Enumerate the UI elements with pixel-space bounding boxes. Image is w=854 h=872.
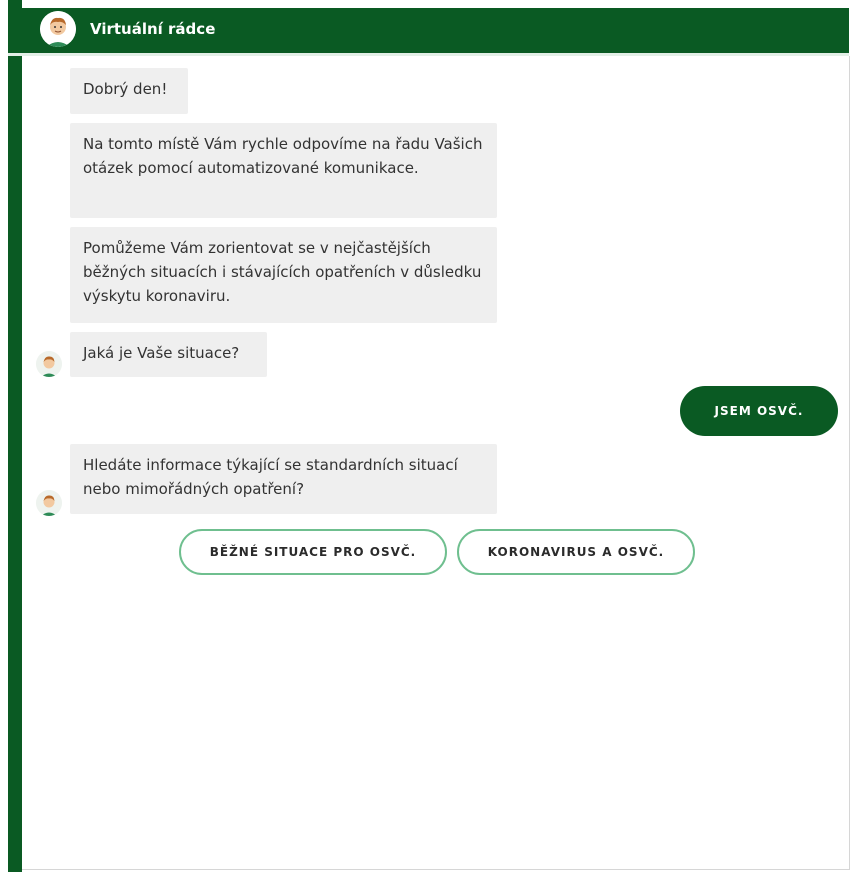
advisor-avatar-icon — [40, 11, 76, 47]
bot-message: Jaká je Vaše situace? — [70, 332, 267, 377]
left-frame-bar — [8, 0, 22, 872]
header-title: Virtuální rádce — [90, 20, 216, 38]
bot-message: Dobrý den! — [70, 68, 188, 114]
bot-avatar-icon — [36, 351, 62, 377]
user-message: JSEM OSVČ. — [680, 386, 838, 436]
bot-message: Hledáte informace týkající se standardní… — [70, 444, 497, 514]
chat-panel: Dobrý den! Na tomto místě Vám rychle odp… — [22, 56, 850, 870]
bot-message: Na tomto místě Vám rychle odpovíme na řa… — [70, 123, 497, 218]
bot-avatar-icon — [36, 490, 62, 516]
quick-reply-koronavirus-button[interactable]: KORONAVIRUS A OSVČ. — [457, 529, 695, 575]
quick-reply-bezne-situace-button[interactable]: BĚŽNÉ SITUACE PRO OSVČ. — [179, 529, 447, 575]
chat-header: Virtuální rádce — [8, 8, 849, 56]
bot-message: Pomůžeme Vám zorientovat se v nejčastějš… — [70, 227, 497, 323]
